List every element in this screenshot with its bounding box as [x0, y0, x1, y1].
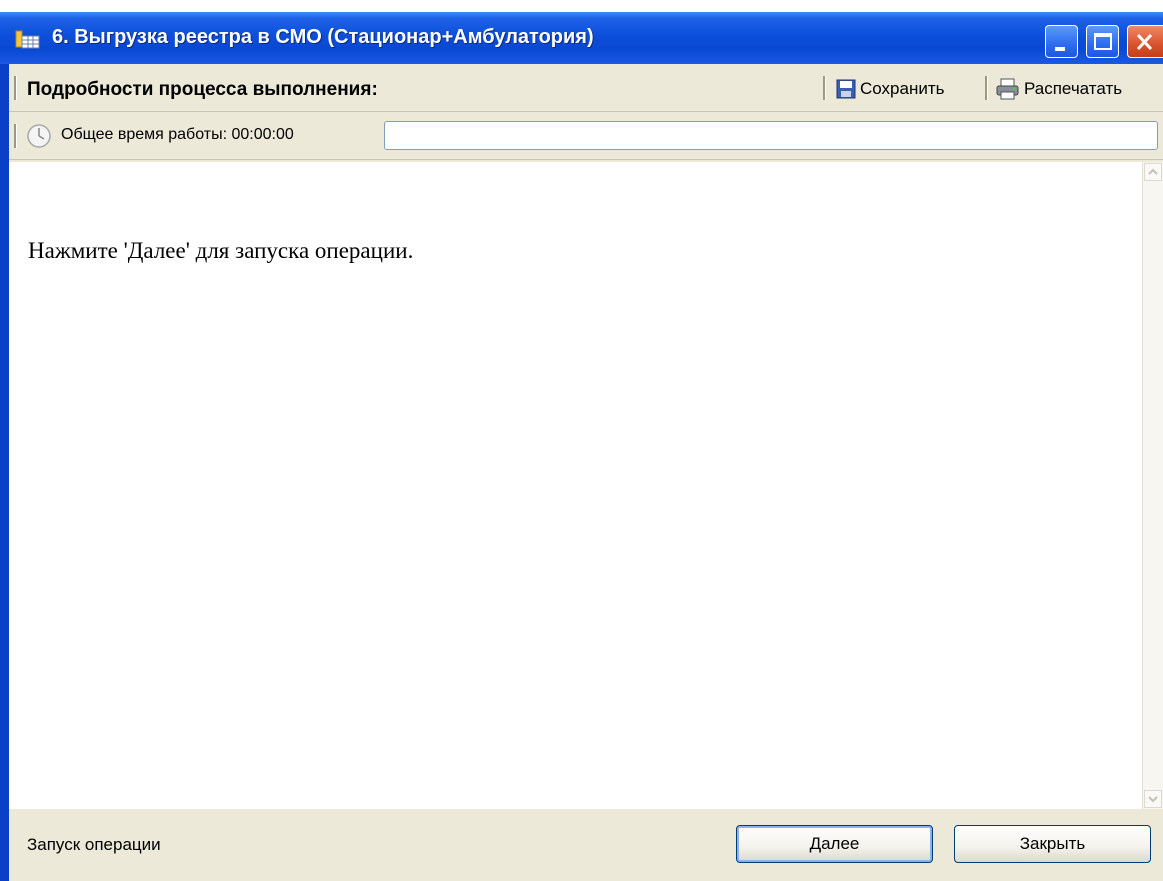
maximize-button[interactable] — [1086, 25, 1119, 58]
title-bar[interactable]: 6. Выгрузка реестра в СМО (Стационар+Амб… — [0, 12, 1163, 64]
background-strip — [0, 0, 1163, 12]
total-time-label: Общее время работы: 00:00:00 — [61, 126, 294, 143]
toolbar-grip[interactable] — [14, 76, 17, 100]
dialog-client-area: Подробности процесса выполнения: Сохрани… — [9, 64, 1163, 881]
clock-icon — [27, 124, 51, 148]
minimize-icon — [1055, 47, 1065, 51]
vertical-scrollbar[interactable] — [1142, 162, 1163, 809]
print-button[interactable]: Распечатать — [995, 76, 1122, 102]
scroll-up-button[interactable] — [1144, 163, 1162, 181]
save-label: Сохранить — [860, 79, 945, 98]
status-text: Запуск операции — [27, 835, 161, 854]
dialog-window: 6. Выгрузка реестра в СМО (Стационар+Амб… — [0, 12, 1163, 881]
instruction-message: Нажмите 'Далее' для запуска операции. — [28, 238, 414, 263]
chevron-up-icon — [1148, 168, 1158, 175]
save-button[interactable]: Сохранить — [835, 76, 944, 102]
close-dialog-button[interactable]: Закрыть — [954, 825, 1151, 863]
minimize-button[interactable] — [1045, 25, 1078, 58]
save-icon — [836, 79, 856, 99]
printer-icon — [996, 78, 1019, 100]
scroll-down-button[interactable] — [1144, 790, 1162, 808]
chevron-down-icon — [1148, 796, 1158, 803]
details-toolbar: Подробности процесса выполнения: Сохрани… — [9, 64, 1163, 112]
time-toolbar: Общее время работы: 00:00:00 — [9, 112, 1163, 160]
close-icon — [1136, 33, 1153, 51]
toolbar-separator — [985, 76, 988, 100]
folder-grid-icon — [15, 28, 41, 50]
close-button[interactable] — [1127, 25, 1163, 58]
toolbar-separator — [823, 76, 826, 100]
log-content-area[interactable]: Нажмите 'Далее' для запуска операции. — [9, 162, 1163, 809]
next-button[interactable]: Далее — [736, 825, 933, 863]
progress-text-field[interactable] — [384, 121, 1158, 150]
footer-bar: Запуск операции Далее Закрыть — [9, 809, 1163, 881]
print-label: Распечатать — [1024, 79, 1123, 98]
maximize-icon — [1094, 33, 1112, 50]
window-title: 6. Выгрузка реестра в СМО (Стационар+Амб… — [52, 26, 594, 48]
toolbar-grip[interactable] — [14, 124, 17, 148]
details-title: Подробности процесса выполнения: — [27, 79, 378, 100]
